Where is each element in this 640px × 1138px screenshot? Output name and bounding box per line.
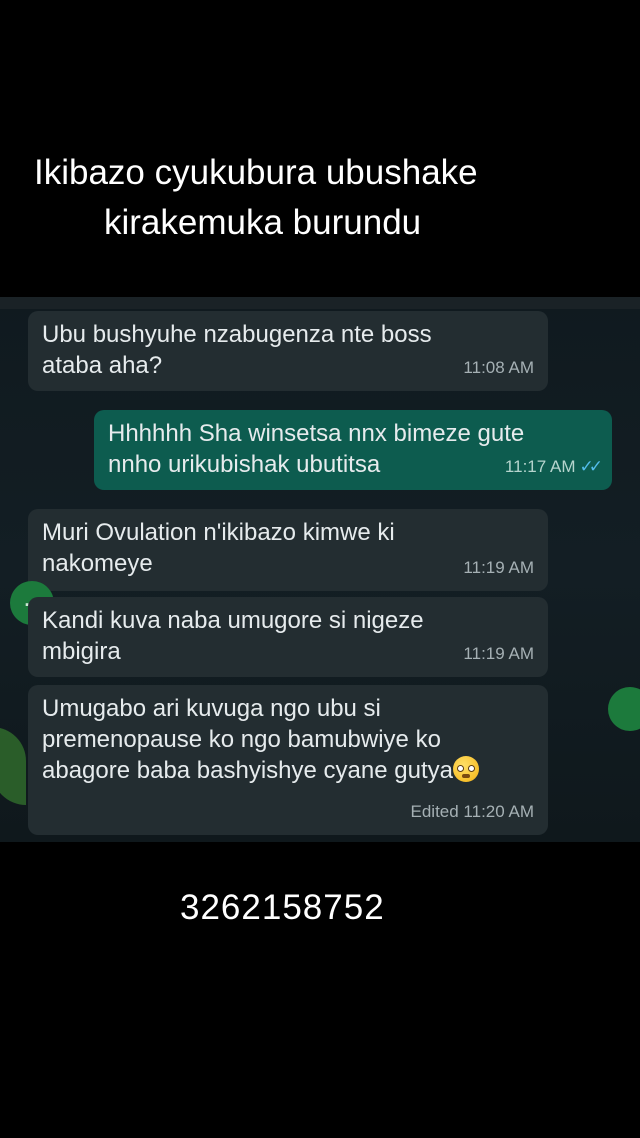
woozy-face-emoji: [452, 756, 479, 782]
message-bubble-incoming[interactable]: Kandi kuva naba umugore si nigeze mbigir…: [28, 597, 548, 677]
caption-line-1: Ikibazo cyukubura ubushake: [34, 153, 478, 192]
plant-leaf-decoration: [0, 727, 26, 805]
message-bubble-incoming[interactable]: Ubu bushyuhe nzabugenza nte boss ataba a…: [28, 311, 548, 391]
message-text: Kandi kuva naba umugore si nigeze mbigir…: [42, 607, 424, 665]
message-text-body: Umugabo ari kuvuga ngo ubu si premenopau…: [42, 695, 453, 784]
message-time: 11:17 AM: [504, 457, 576, 476]
footer-number: 3262158752: [180, 888, 385, 927]
message-meta: 11:17 AM ✓✓: [504, 451, 603, 482]
chat-top-edge: [0, 297, 640, 309]
double-check-read-icon: ✓✓: [579, 457, 603, 476]
chat-screenshot: Ubu bushyuhe nzabugenza nte boss ataba a…: [0, 297, 640, 842]
message-time: 11:19 AM: [463, 644, 534, 663]
message-text: Muri Ovulation n'ikibazo kimwe ki nakome…: [42, 519, 395, 577]
message-time: 11:19 AM: [463, 558, 534, 577]
message-time: 11:08 AM: [463, 358, 534, 377]
message-time: Edited 11:20 AM: [410, 802, 535, 821]
caption-line-2: kirakemuka burundu: [104, 203, 422, 242]
message-text: Ubu bushyuhe nzabugenza nte boss ataba a…: [42, 321, 432, 379]
message-bubble-incoming[interactable]: Muri Ovulation n'ikibazo kimwe ki nakome…: [28, 509, 548, 591]
message-text: Umugabo ari kuvuga ngo ubu si premenopau…: [42, 693, 534, 786]
message-bubble-outgoing[interactable]: Hhhhhh Sha winsetsa nnx bimeze gute nnho…: [94, 410, 612, 490]
message-bubble-incoming[interactable]: Umugabo ari kuvuga ngo ubu si premenopau…: [28, 685, 548, 835]
scroll-down-button[interactable]: [608, 687, 640, 731]
